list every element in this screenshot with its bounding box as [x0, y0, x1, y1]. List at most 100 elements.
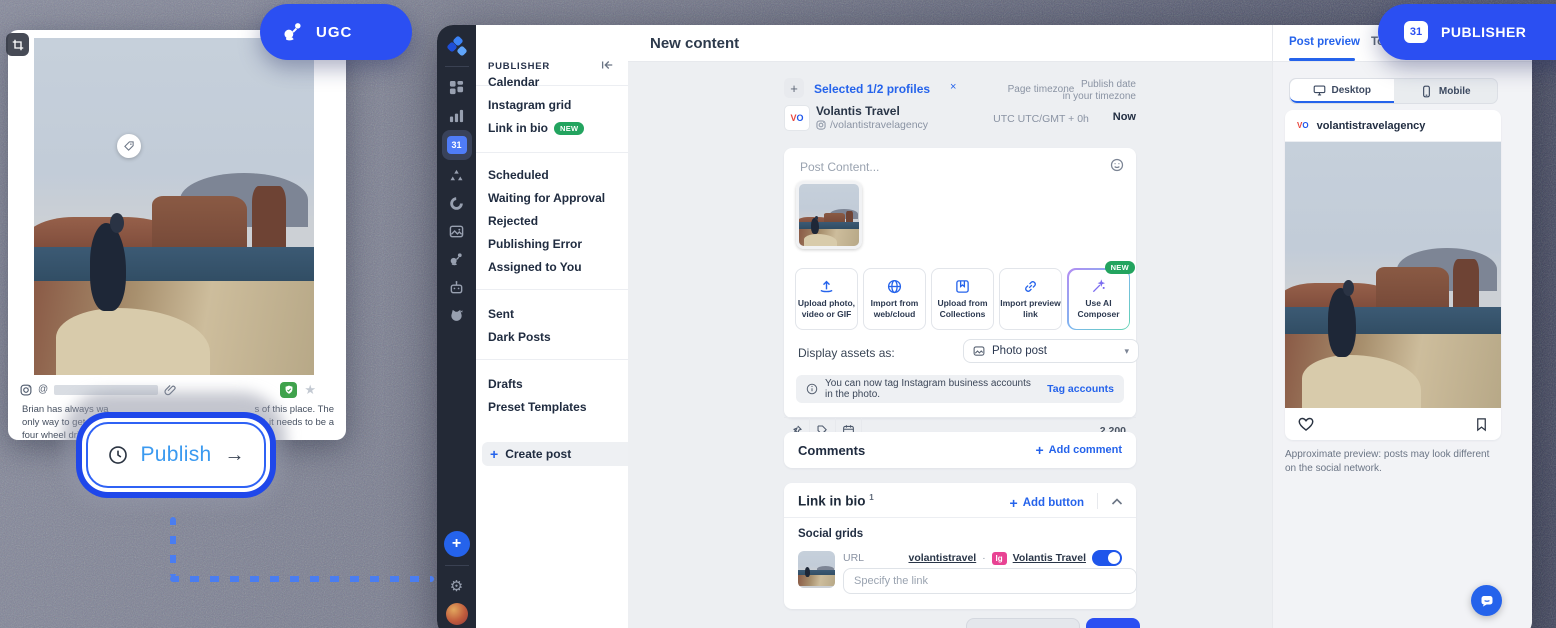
composer-card: Upload photo, video or GIF Import from w…: [784, 148, 1136, 418]
sidebar-item-link-in-bio[interactable]: Link in bioNEW: [488, 121, 584, 135]
tag-notice-banner: You can now tag Instagram business accou…: [796, 375, 1124, 403]
active-tab-underline: [1289, 58, 1355, 61]
plus-icon: +: [490, 446, 498, 462]
divider: [476, 359, 628, 360]
display-assets-value: Photo post: [992, 345, 1117, 357]
sidebar-item-waiting-for-approval[interactable]: Waiting for Approval: [488, 191, 605, 205]
publish-date-label: Publish datein your timezone: [1048, 79, 1136, 103]
ugc-icon[interactable]: [442, 246, 472, 272]
selected-profiles-link[interactable]: Selected 1/2 profiles: [814, 82, 930, 96]
divider: [445, 565, 469, 566]
import-web-cloud-button[interactable]: Import from web/cloud: [863, 268, 926, 330]
cat-icon[interactable]: [442, 302, 472, 328]
app-window: 31 +: [437, 25, 1532, 628]
upload-icon: [819, 279, 834, 294]
collapse-sidebar-icon[interactable]: [600, 58, 614, 72]
tag-notice-text: You can now tag Instagram business accou…: [825, 378, 1040, 400]
donut-chart-icon[interactable]: [442, 190, 472, 216]
clock-icon: [108, 445, 128, 465]
comments-card: Comments + Add comment: [784, 432, 1136, 468]
sidebar-item-publishing-error[interactable]: Publishing Error: [488, 237, 582, 251]
sidebar-item-scheduled[interactable]: Scheduled: [488, 168, 549, 182]
bookmark-icon[interactable]: [1474, 417, 1489, 432]
primary-action-button[interactable]: [1086, 618, 1140, 628]
publisher-sidebar: PUBLISHER Calendar Instagram grid Link i…: [476, 25, 629, 628]
dashboard-icon[interactable]: [442, 74, 472, 100]
profile-handle: /volantistravelagency: [830, 119, 928, 131]
uploaded-media-thumbnail[interactable]: [796, 181, 862, 249]
comments-title: Comments: [798, 443, 865, 458]
instagram-icon: [20, 384, 32, 396]
sidebar-item-dark-posts[interactable]: Dark Posts: [488, 330, 551, 344]
add-profile-button[interactable]: +: [784, 78, 804, 98]
preview-panel: Post preview Top s Desktop Mobile VO vol…: [1272, 25, 1532, 628]
sidebar-item-sent[interactable]: Sent: [488, 307, 514, 321]
mobile-tab[interactable]: Mobile: [1394, 79, 1498, 103]
sidebar-title: PUBLISHER: [488, 61, 550, 72]
tag-accounts-link[interactable]: Tag accounts: [1047, 383, 1114, 395]
robot-icon[interactable]: [442, 274, 472, 300]
image-icon[interactable]: [442, 218, 472, 244]
app-logo[interactable]: [442, 33, 472, 59]
specify-link-input[interactable]: [843, 568, 1137, 594]
import-preview-link-button[interactable]: Import preview link: [999, 268, 1062, 330]
mobile-icon: [1420, 85, 1433, 98]
instagram-icon: [816, 120, 826, 130]
publisher-label: PUBLISHER: [1441, 24, 1526, 40]
add-icon[interactable]: +: [442, 531, 472, 557]
profile-handle-row: /volantistravelagency: [816, 119, 928, 131]
add-comment-button[interactable]: + Add comment: [1035, 442, 1122, 458]
user-avatar[interactable]: [442, 601, 472, 627]
upload-collections-button[interactable]: Upload from Collections: [931, 268, 994, 330]
chat-icon: [1479, 593, 1495, 609]
chat-widget-button[interactable]: [1471, 585, 1502, 616]
display-assets-dropdown[interactable]: Photo post ▾: [963, 339, 1139, 363]
desktop-tab[interactable]: Desktop: [1290, 79, 1394, 103]
account-name-link[interactable]: Volantis Travel: [1013, 552, 1086, 564]
tab-post-preview[interactable]: Post preview: [1289, 36, 1360, 48]
photo-post-icon: [973, 345, 985, 357]
star-icon[interactable]: ★: [304, 383, 316, 398]
collapse-section-icon[interactable]: [1111, 497, 1123, 506]
sidebar-item-instagram-grid[interactable]: Instagram grid: [488, 98, 571, 112]
footnote-marker: 1: [869, 493, 873, 502]
link-in-bio-title: Link in bio 1: [798, 493, 874, 509]
sidebar-item-preset-templates[interactable]: Preset Templates: [488, 400, 587, 414]
secondary-action-button[interactable]: [966, 618, 1080, 628]
new-badge: NEW: [554, 122, 584, 135]
add-button-button[interactable]: + Add button: [1010, 495, 1085, 511]
analytics-icon[interactable]: [442, 102, 472, 128]
grid-toggle[interactable]: [1092, 550, 1122, 566]
preview-disclaimer: Approximate preview: posts may look diff…: [1285, 448, 1497, 476]
tree-icon[interactable]: [442, 162, 472, 188]
link-icon: [1023, 279, 1038, 294]
post-content-textarea[interactable]: [798, 158, 1102, 182]
profile-avatar: VO: [784, 105, 810, 131]
account-handle-link[interactable]: volantistravel: [909, 552, 977, 564]
dashed-connector-horizontal: [170, 576, 434, 582]
publish-date-value: Now: [1076, 111, 1136, 123]
clear-selection-icon[interactable]: ×: [950, 81, 956, 93]
tag-people-icon[interactable]: [117, 134, 141, 158]
sidebar-item-calendar[interactable]: Calendar: [488, 75, 539, 89]
calendar-icon[interactable]: 31: [442, 130, 472, 160]
crop-icon[interactable]: [6, 33, 29, 56]
sidebar-item-assigned-to-you[interactable]: Assigned to You: [488, 260, 582, 274]
upload-photo-button[interactable]: Upload photo, video or GIF: [795, 268, 858, 330]
main-header: New content: [628, 25, 1272, 62]
use-ai-composer-button[interactable]: Use AI Composer: [1069, 270, 1129, 329]
main-content: New content + Selected 1/2 profiles × Pa…: [628, 25, 1272, 628]
emoji-icon[interactable]: [1110, 158, 1124, 172]
post-photo: [34, 38, 314, 375]
divider: [445, 66, 469, 67]
like-icon[interactable]: [1297, 415, 1315, 433]
create-post-button[interactable]: + Create post: [482, 442, 634, 466]
publish-button[interactable]: Publish →: [86, 422, 266, 488]
gear-icon[interactable]: ⚙: [442, 573, 472, 599]
profile-name: Volantis Travel: [816, 104, 900, 118]
publisher-badge: 31 PUBLISHER: [1378, 4, 1556, 60]
sidebar-item-rejected[interactable]: Rejected: [488, 214, 538, 228]
grid-thumbnail[interactable]: [798, 551, 835, 588]
sidebar-item-drafts[interactable]: Drafts: [488, 377, 523, 391]
dashed-connector-vertical: [170, 517, 176, 577]
